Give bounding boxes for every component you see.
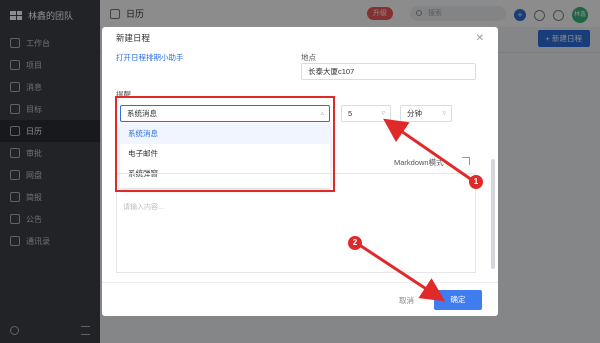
annotation-arrows: [357, 118, 473, 302]
arrow-1: [383, 118, 473, 182]
step-badge-2: 2: [348, 236, 362, 250]
step-badge-1: 1: [469, 175, 483, 189]
arrow-2: [357, 242, 446, 302]
